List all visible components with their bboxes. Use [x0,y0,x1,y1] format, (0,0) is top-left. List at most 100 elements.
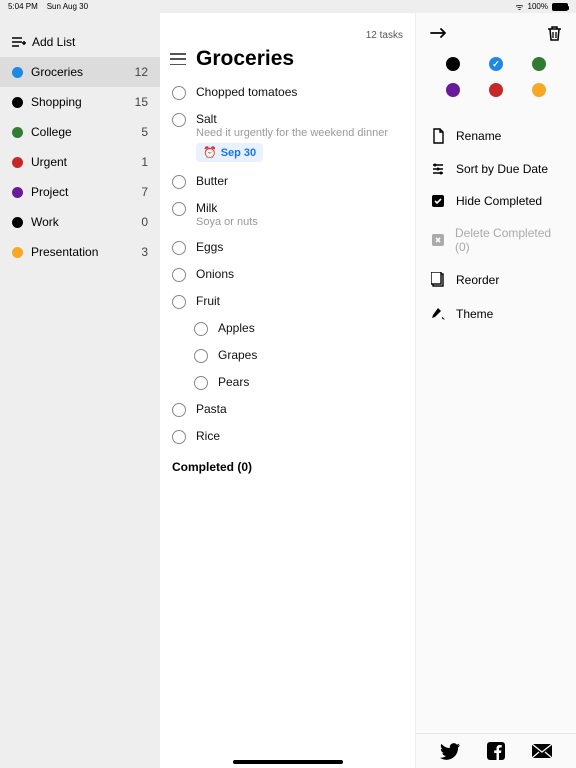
sidebar-item-urgent[interactable]: Urgent 1 [0,147,160,177]
color-swatch[interactable] [532,57,546,71]
task-row[interactable]: Butter [172,168,403,195]
twitter-icon[interactable] [440,743,460,760]
sidebar-item-presentation[interactable]: Presentation 3 [0,237,160,267]
task-title: Milk [196,201,403,215]
checkbox-circle[interactable] [172,430,186,444]
add-list-button[interactable]: Add List [0,27,160,57]
list-count: 3 [141,245,148,259]
color-swatch[interactable] [446,57,460,71]
center-panel: 12 tasks Groceries Chopped tomatoes SaltN… [160,13,416,768]
mail-icon[interactable] [532,744,552,758]
menu-delete: Delete Completed (0) [430,217,562,263]
task-row[interactable]: Rice [172,423,403,450]
delete-icon [430,233,445,247]
wifi-icon: ᯤ [515,0,523,13]
reorder-icon [430,272,446,288]
status-bar: 5:04 PM Sun Aug 30 ᯤ 100% [0,0,576,13]
checkbox-circle[interactable] [172,268,186,282]
task-title: Rice [196,429,403,443]
alarm-icon: ⏰ [203,146,217,159]
menu-theme[interactable]: Theme [430,297,562,330]
menu-sort[interactable]: Sort by Due Date [430,153,562,185]
list-name: Work [31,215,133,229]
task-count: 12 tasks [160,13,415,43]
checkbox-circle[interactable] [172,202,186,216]
task-title: Grapes [218,348,403,362]
list-count: 1 [141,155,148,169]
checkbox-circle[interactable] [172,113,186,127]
task-title: Butter [196,174,403,188]
completed-header[interactable]: Completed (0) [172,450,403,484]
menu-hide[interactable]: Hide Completed [430,185,562,217]
task-row[interactable]: Pears [172,369,403,396]
checkbox-circle[interactable] [194,376,208,390]
checkbox-circle[interactable] [172,241,186,255]
checkbox-circle[interactable] [172,295,186,309]
list-color-dot [12,217,23,228]
list-name: Shopping [31,95,127,109]
task-title: Eggs [196,240,403,254]
list-color-dot [12,157,23,168]
due-chip[interactable]: ⏰ Sep 30 [196,143,263,162]
menu-rename[interactable]: Rename [430,119,562,153]
task-row[interactable]: SaltNeed it urgently for the weekend din… [172,106,403,168]
tasks-list: Chopped tomatoes SaltNeed it urgently for… [160,77,415,768]
right-panel: Rename Sort by Due Date Hide Completed D… [416,13,576,768]
list-name: Groceries [31,65,127,79]
list-count: 0 [141,215,148,229]
task-row[interactable]: Eggs [172,234,403,261]
checkbox-circle[interactable] [172,86,186,100]
task-row[interactable]: Apples [172,315,403,342]
color-swatch[interactable] [489,57,503,71]
theme-icon [430,306,446,321]
page-title: Groceries [196,47,294,71]
sidebar-item-groceries[interactable]: Groceries 12 [0,57,160,87]
status-date: Sun Aug 30 [47,2,88,11]
task-title: Pasta [196,402,403,416]
color-swatch[interactable] [446,83,460,97]
menu-theme-label: Theme [456,307,493,321]
sidebar-item-shopping[interactable]: Shopping 15 [0,87,160,117]
checkbox-circle[interactable] [194,322,208,336]
add-list-label: Add List [32,35,75,49]
sidebar-item-college[interactable]: College 5 [0,117,160,147]
collapse-icon[interactable] [430,26,448,40]
battery-pct: 100% [528,2,548,11]
color-swatch[interactable] [489,83,503,97]
hide-icon [430,194,446,208]
sidebar-item-work[interactable]: Work 0 [0,207,160,237]
list-name: College [31,125,133,139]
facebook-icon[interactable] [487,742,505,760]
task-title: Onions [196,267,403,281]
task-title: Chopped tomatoes [196,85,403,99]
due-label: Sep 30 [221,147,256,159]
menu-hide-label: Hide Completed [456,194,542,208]
task-row[interactable]: Onions [172,261,403,288]
list-name: Presentation [31,245,133,259]
rename-icon [430,128,446,144]
menu-icon[interactable] [170,53,186,65]
color-swatch[interactable] [532,83,546,97]
task-row[interactable]: Grapes [172,342,403,369]
task-row[interactable]: MilkSoya or nuts [172,195,403,234]
list-count: 7 [141,185,148,199]
list-count: 5 [141,125,148,139]
checkbox-circle[interactable] [194,349,208,363]
task-row[interactable]: Chopped tomatoes [172,79,403,106]
checkbox-circle[interactable] [172,175,186,189]
list-color-dot [12,247,23,258]
task-row[interactable]: Fruit [172,288,403,315]
list-color-dot [12,127,23,138]
task-note: Need it urgently for the weekend dinner [196,127,403,139]
sidebar-item-project[interactable]: Project 7 [0,177,160,207]
list-name: Project [31,185,133,199]
list-color-dot [12,67,23,78]
task-row[interactable]: Pasta [172,396,403,423]
trash-icon[interactable] [547,25,562,42]
task-title: Apples [218,321,403,335]
list-count: 12 [135,65,148,79]
menu-reorder-label: Reorder [456,273,499,287]
menu-reorder[interactable]: Reorder [430,263,562,297]
list-color-dot [12,187,23,198]
checkbox-circle[interactable] [172,403,186,417]
